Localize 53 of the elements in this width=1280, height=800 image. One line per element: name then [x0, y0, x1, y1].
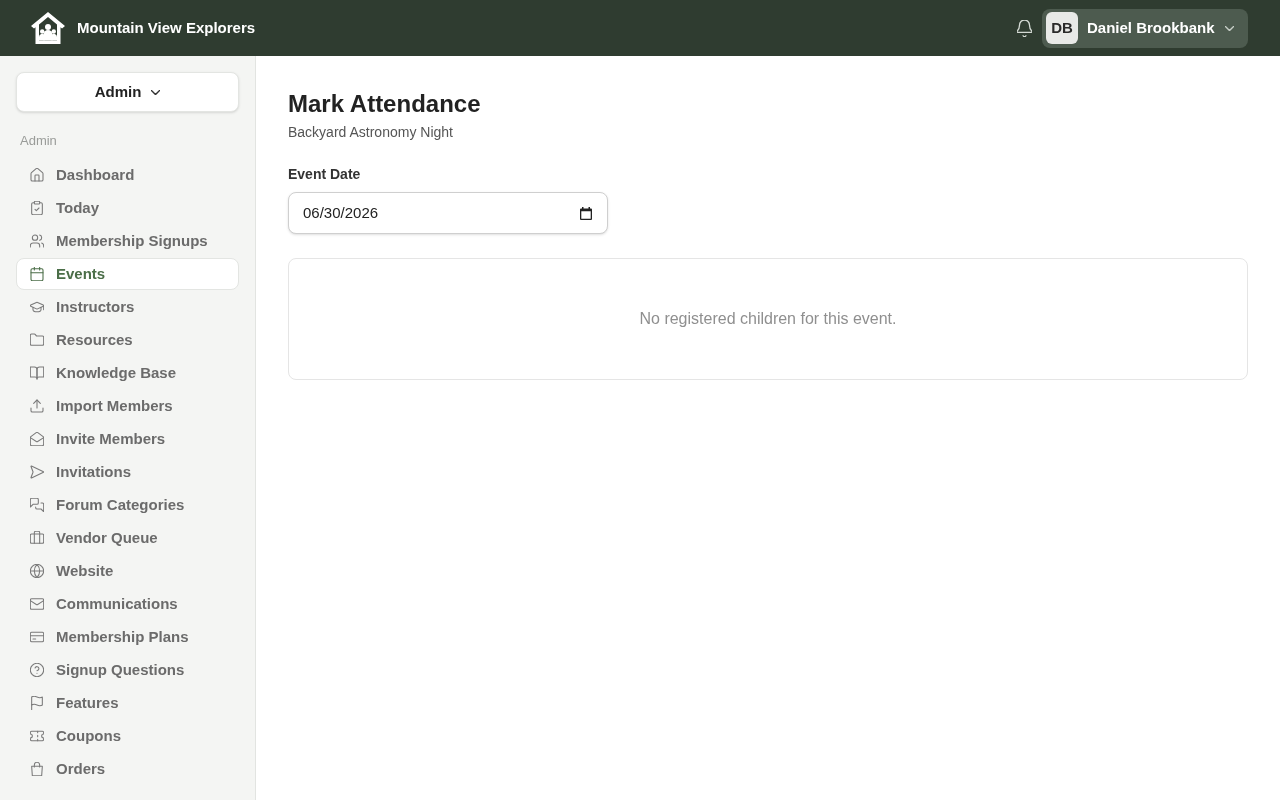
briefcase-icon	[30, 531, 44, 545]
chevron-down-icon	[1225, 25, 1234, 31]
flag-icon	[30, 696, 44, 710]
calendar-icon[interactable]	[580, 206, 592, 220]
sidebar-item[interactable]: Import Members	[16, 390, 239, 422]
sidebar-item[interactable]: Membership Signups	[16, 225, 239, 257]
sidebar-item[interactable]: Invite Members	[16, 423, 239, 455]
field-label: Event Date	[288, 165, 361, 184]
credit-card-icon	[30, 630, 44, 644]
sidebar-item[interactable]: Resources	[16, 324, 239, 356]
sidebar-item[interactable]: Vendor Queue	[16, 522, 239, 554]
upload-icon	[30, 399, 44, 413]
sidebar-item[interactable]: Membership Plans	[16, 621, 239, 653]
calendar-icon	[30, 267, 44, 281]
envelope-open-icon	[30, 432, 44, 446]
sidebar-item[interactable]: Orders	[16, 753, 239, 785]
house-people-logo-icon	[31, 12, 65, 44]
house-icon	[30, 168, 44, 182]
ticket-icon	[30, 729, 44, 743]
user-menu-button[interactable]: DB Daniel Brookbank	[1042, 8, 1248, 48]
chevron-down-icon	[151, 89, 161, 95]
empty-state-message: No registered children for this event.	[639, 309, 897, 329]
event-name: Backyard Astronomy Night	[288, 123, 453, 142]
people-icon	[30, 234, 44, 248]
shopping-bag-icon	[30, 762, 44, 776]
sidebar-item[interactable]: Dashboard	[16, 159, 239, 191]
sidebar-item[interactable]: Knowledge Base	[16, 357, 239, 389]
sidebar-item[interactable]: Features	[16, 687, 239, 719]
sidebar-item[interactable]: Events	[16, 258, 239, 290]
sidebar-item[interactable]: Coupons	[16, 720, 239, 752]
page-title: Mark Attendance	[288, 89, 481, 119]
graduation-cap-icon	[30, 300, 44, 314]
user-name: Daniel Brookbank	[1087, 17, 1216, 38]
envelope-icon	[30, 597, 44, 611]
send-icon	[30, 465, 44, 479]
clipboard-check-icon	[30, 201, 44, 215]
section-label: Admin	[20, 132, 57, 150]
sidebar-item[interactable]: Website	[16, 555, 239, 587]
sidebar-item[interactable]: Communications	[16, 588, 239, 620]
avatar-initials: DB	[1046, 12, 1078, 44]
brand-name: Mountain View Explorers	[77, 17, 256, 38]
globe-icon	[30, 564, 44, 578]
date-field[interactable]: 06/30/2026	[288, 192, 608, 234]
notification-bell-icon[interactable]	[1017, 19, 1032, 37]
sidebar-item[interactable]: Today	[16, 192, 239, 224]
book-icon	[30, 366, 44, 380]
role-switcher-button[interactable]: Admin	[16, 72, 239, 112]
sidebar-item[interactable]: Forum Categories	[16, 489, 239, 521]
sidebar-item[interactable]: Signup Questions	[16, 654, 239, 686]
folder-icon	[30, 333, 44, 347]
sidebar-item[interactable]: Instructors	[16, 291, 239, 323]
chat-bubbles-icon	[30, 498, 44, 512]
sidebar-item[interactable]: Invitations	[16, 456, 239, 488]
